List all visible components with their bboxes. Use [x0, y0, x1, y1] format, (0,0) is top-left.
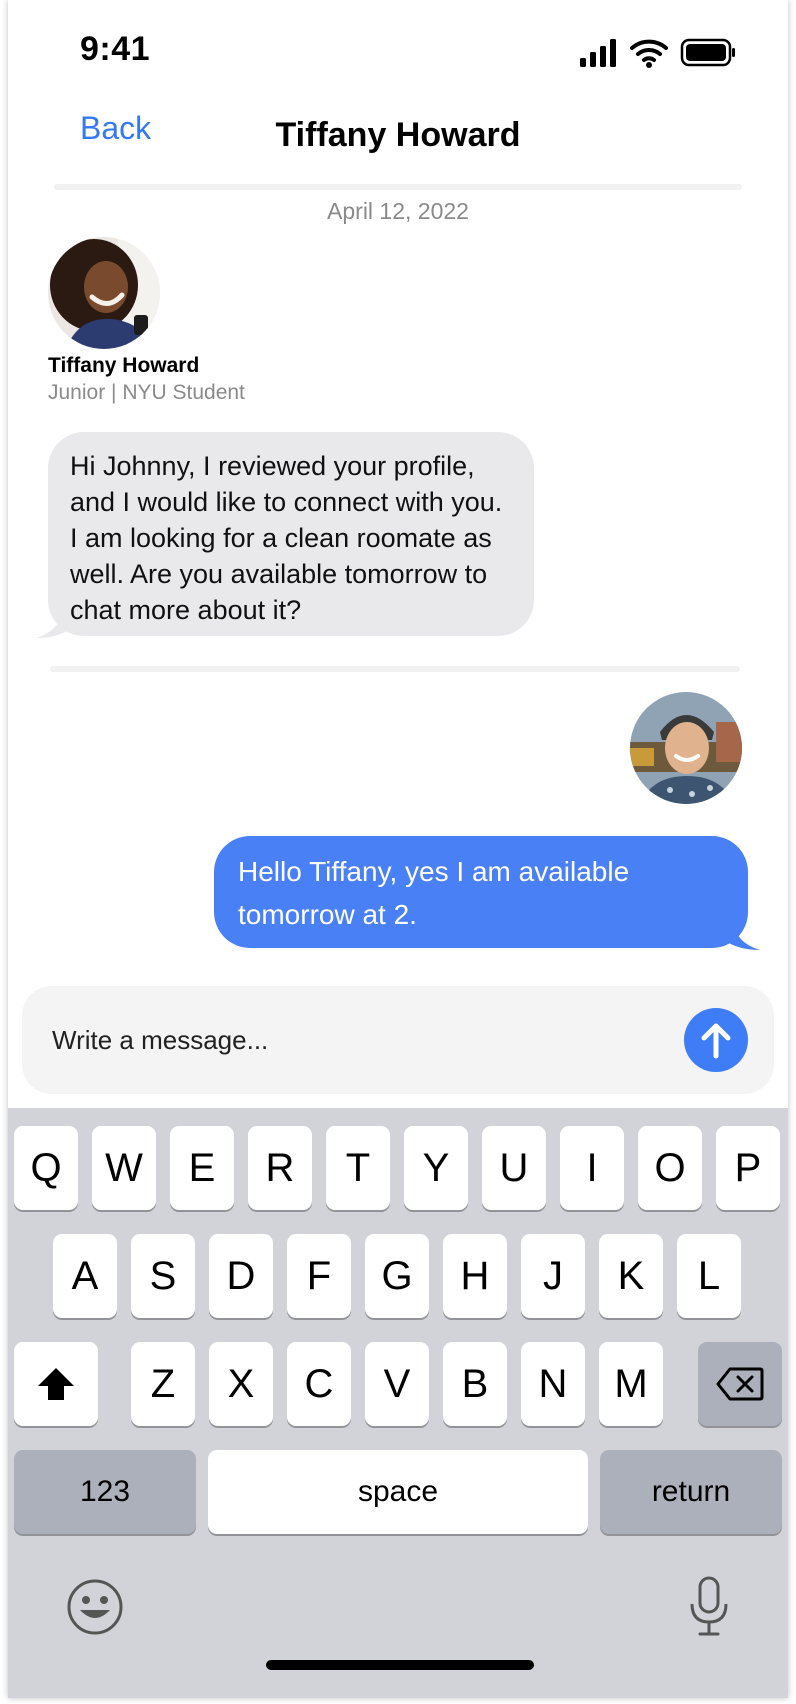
key-s[interactable]: S	[131, 1234, 195, 1318]
wifi-icon	[630, 39, 668, 62]
status-icons	[580, 38, 735, 68]
key-u[interactable]: U	[482, 1126, 546, 1210]
key-o[interactable]: O	[638, 1126, 702, 1210]
key-k[interactable]: K	[599, 1234, 663, 1318]
numbers-key[interactable]: 123	[14, 1450, 196, 1534]
sender-name: Tiffany Howard	[48, 354, 200, 377]
chat-title: Tiffany Howard	[275, 116, 521, 154]
key-a[interactable]: A	[53, 1234, 117, 1318]
key-v[interactable]: V	[365, 1342, 429, 1426]
shift-icon	[38, 1368, 74, 1400]
key-m[interactable]: M	[599, 1342, 663, 1426]
message-input[interactable]	[50, 1014, 610, 1066]
key-l[interactable]: L	[677, 1234, 741, 1318]
key-z[interactable]: Z	[131, 1342, 195, 1426]
send-button[interactable]	[684, 1008, 748, 1072]
home-indicator	[266, 1660, 534, 1670]
status-time: 9:41	[80, 30, 151, 68]
key-b[interactable]: B	[443, 1342, 507, 1426]
outgoing-message-bubble[interactable]: Hello Tiffany, yes I am available tomorr…	[214, 836, 760, 950]
bubble-tail	[36, 608, 72, 638]
key-y[interactable]: Y	[404, 1126, 468, 1210]
phone-screen: 9:41 Back Tiffany Howard April 12, 2022	[8, 0, 788, 1698]
cellular-signal-icon	[580, 39, 616, 67]
key-x[interactable]: X	[209, 1342, 273, 1426]
key-g[interactable]: G	[365, 1234, 429, 1318]
key-e[interactable]: E	[170, 1126, 234, 1210]
key-j[interactable]: J	[521, 1234, 585, 1318]
backspace-icon	[716, 1367, 764, 1401]
emoji-icon[interactable]	[66, 1578, 124, 1636]
key-i[interactable]: I	[560, 1126, 624, 1210]
incoming-message-bubble[interactable]: Hi Johnny, I reviewed your profile, and …	[36, 432, 534, 638]
incoming-message-text: Hi Johnny, I reviewed your profile, and …	[70, 451, 503, 625]
backspace-key[interactable]	[698, 1342, 782, 1426]
key-d[interactable]: D	[209, 1234, 273, 1318]
message-divider	[50, 666, 740, 672]
sender-avatar[interactable]	[48, 237, 160, 349]
key-t[interactable]: T	[326, 1126, 390, 1210]
message-composer	[22, 986, 774, 1094]
battery-icon	[680, 38, 735, 67]
arrow-up-icon	[701, 1023, 731, 1059]
key-c[interactable]: C	[287, 1342, 351, 1426]
avatar-photo-johnny	[630, 692, 742, 804]
key-p[interactable]: P	[716, 1126, 780, 1210]
key-n[interactable]: N	[521, 1342, 585, 1426]
return-key[interactable]: return	[600, 1450, 782, 1534]
space-key[interactable]: space	[208, 1450, 588, 1534]
key-w[interactable]: W	[92, 1126, 156, 1210]
key-h[interactable]: H	[443, 1234, 507, 1318]
outgoing-message-text: Hello Tiffany, yes I am available tomorr…	[238, 856, 630, 930]
header-divider	[54, 184, 742, 190]
key-f[interactable]: F	[287, 1234, 351, 1318]
conversation-date: April 12, 2022	[327, 198, 469, 224]
shift-key[interactable]	[14, 1342, 98, 1426]
microphone-icon[interactable]	[688, 1576, 730, 1638]
avatar-photo-tiffany	[48, 237, 160, 349]
bubble-tail	[724, 920, 760, 950]
sender-subtitle: Junior | NYU Student	[48, 381, 245, 404]
key-q[interactable]: Q	[14, 1126, 78, 1210]
user-avatar[interactable]	[630, 692, 742, 804]
keyboard: Q W E R T Y U I O P A S D F G H J K L Z …	[8, 1108, 788, 1698]
key-r[interactable]: R	[248, 1126, 312, 1210]
